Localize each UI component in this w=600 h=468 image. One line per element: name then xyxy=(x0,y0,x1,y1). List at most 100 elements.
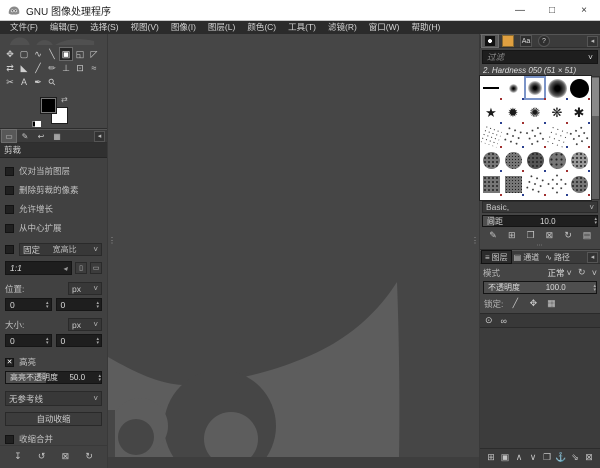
clear-icon[interactable]: ◂ xyxy=(63,264,67,273)
checkbox-delete-cropped-pixels[interactable]: 删除剪裁的像素 xyxy=(0,184,107,196)
brush-spacing-slider[interactable]: 间距 10.0 ▴ ▾ xyxy=(482,215,598,227)
menu-image[interactable]: 图像(I) xyxy=(165,21,202,34)
tab-document-history[interactable]: ? xyxy=(536,35,552,47)
brush-splatter[interactable]: ✺ xyxy=(524,100,546,124)
checkbox-fixed[interactable] xyxy=(5,245,14,254)
tab-fonts[interactable]: Aa xyxy=(518,35,534,47)
dock-resize-handle[interactable]: ⋮ xyxy=(108,237,116,245)
ink-tool-icon[interactable]: ✒ xyxy=(32,76,44,88)
menu-layer[interactable]: 图层(L) xyxy=(202,21,241,34)
default-colors-icon[interactable] xyxy=(32,118,41,129)
checkbox-highlight[interactable]: ✕ 高亮 xyxy=(0,356,107,368)
raise-layer-icon[interactable]: ∧ xyxy=(512,451,526,464)
mode-group-switch-icon[interactable]: ↻ xyxy=(574,266,590,279)
delete-tool-preset-icon[interactable]: ⊠ xyxy=(58,450,72,463)
close-button[interactable]: × xyxy=(568,0,600,20)
menu-help[interactable]: 帮助(H) xyxy=(405,21,446,34)
checkbox-expand-from-center[interactable]: 从中心扩展 xyxy=(0,222,107,234)
checkbox-shrink-merged[interactable]: 收缩合并 xyxy=(0,433,107,445)
brush-texture[interactable] xyxy=(523,172,547,196)
new-layer-icon[interactable]: ⊞ xyxy=(484,451,498,464)
landscape-orientation-icon[interactable]: ▭ xyxy=(90,262,102,274)
restore-tool-preset-icon[interactable]: ↺ xyxy=(35,450,49,463)
spinner-icon[interactable]: ▴ ▾ xyxy=(46,300,49,309)
duplicate-brush-icon[interactable]: ❐ xyxy=(524,229,538,242)
tab-images[interactable]: ▦ xyxy=(50,130,64,142)
checkbox-box[interactable] xyxy=(5,204,14,214)
checkbox-box[interactable] xyxy=(5,166,14,176)
tab-patterns[interactable] xyxy=(500,35,516,47)
reset-tool-options-icon[interactable]: ↻ xyxy=(82,450,96,463)
spinner-icon[interactable]: ▴ ▾ xyxy=(593,283,596,292)
spinner-icon[interactable]: ▴ ▾ xyxy=(46,336,49,345)
brush-texture[interactable] xyxy=(502,172,524,196)
tab-brushes[interactable] xyxy=(481,34,499,48)
brush-speckle[interactable] xyxy=(480,124,503,148)
handle-transform-tool-icon[interactable]: ◸ xyxy=(88,48,100,60)
menu-view[interactable]: 视图(V) xyxy=(125,21,165,34)
alignment-tool-icon[interactable]: ▢ xyxy=(18,48,30,60)
menu-colors[interactable]: 颜色(C) xyxy=(241,21,282,34)
lock-pixels-icon[interactable]: ╱ xyxy=(509,297,521,310)
position-unit-dropdown[interactable]: px ˅ xyxy=(68,282,102,295)
checkbox-box[interactable] xyxy=(5,434,14,444)
menu-windows[interactable]: 窗口(W) xyxy=(363,21,406,34)
spinner-icon[interactable]: ▴ ▾ xyxy=(96,300,99,309)
gradient-tool-icon[interactable]: ⊥ xyxy=(60,62,72,74)
left-dock-tab-menu-icon[interactable]: ◂ xyxy=(94,130,105,142)
spinner-icon[interactable]: ▴ ▾ xyxy=(98,373,101,382)
dock-resize-handle[interactable]: ⋮ xyxy=(471,237,479,245)
position-x-input[interactable]: 0 ▴ ▾ xyxy=(5,298,52,311)
flip-tool-icon[interactable]: ⇄ xyxy=(4,62,16,74)
free-select-tool-icon[interactable]: ∿ xyxy=(32,48,44,60)
bucket-fill-tool-icon[interactable]: ◣ xyxy=(18,62,30,74)
brush-texture[interactable] xyxy=(480,148,502,172)
brush-filter-input[interactable]: 过滤 ˅ xyxy=(482,50,598,64)
portrait-orientation-icon[interactable]: ▯ xyxy=(75,262,87,274)
aspect-ratio-input[interactable]: 1:1 ◂ xyxy=(5,261,72,275)
brush-soft-small[interactable] xyxy=(502,76,524,100)
brush-texture[interactable] xyxy=(546,148,568,172)
size-width-input[interactable]: 0 ▴ ▾ xyxy=(5,334,52,347)
brush-speckle[interactable] xyxy=(545,124,569,148)
layers-dock-tab-menu-icon[interactable]: ◂ xyxy=(587,251,598,263)
tab-undo-history[interactable]: ↩ xyxy=(34,130,48,142)
brush-texture[interactable] xyxy=(568,148,590,172)
fixed-aspect-dropdown[interactable]: 固定 宽高比 ˅ xyxy=(19,243,102,256)
brush-speckle[interactable] xyxy=(501,124,525,148)
merge-layer-icon[interactable]: ⇘ xyxy=(568,451,582,464)
edit-brush-icon[interactable]: ✎ xyxy=(486,229,500,242)
tab-layers[interactable]: ≡ 图层 xyxy=(481,250,512,264)
checkbox-current-layer-only[interactable]: 仅对当前图层 xyxy=(0,165,107,177)
brush-splatter[interactable]: ✱ xyxy=(568,100,590,124)
clone-tool-icon[interactable]: ⊡ xyxy=(74,62,86,74)
highlight-opacity-slider[interactable]: 高亮不透明度 50.0 ▴ ▾ xyxy=(5,371,102,384)
minimize-button[interactable]: — xyxy=(504,0,536,20)
brush-texture[interactable] xyxy=(544,171,570,197)
size-unit-dropdown[interactable]: px ˅ xyxy=(68,318,102,331)
tab-tool-options[interactable]: ▭ xyxy=(1,129,17,143)
new-layer-group-icon[interactable]: ▣ xyxy=(498,451,512,464)
checkbox-box[interactable] xyxy=(5,223,14,233)
anchor-layer-icon[interactable]: ⚓ xyxy=(554,451,568,464)
brush-speckle[interactable] xyxy=(566,123,591,149)
link-chain-icon[interactable]: ∞ xyxy=(501,316,507,326)
tab-device-status[interactable]: ✎ xyxy=(18,130,32,142)
brush-texture[interactable] xyxy=(568,172,590,196)
brush-speckle[interactable] xyxy=(523,124,547,148)
text-tool-icon[interactable]: A xyxy=(18,76,30,88)
brush-grid-scrollbar[interactable] xyxy=(591,76,600,200)
checkbox-box-checked[interactable]: ✕ xyxy=(5,357,14,367)
menu-select[interactable]: 选择(S) xyxy=(84,21,124,34)
brush-star[interactable]: ★ xyxy=(480,100,502,124)
brush-hard-circle[interactable] xyxy=(568,76,590,100)
move-tool-icon[interactable]: ✥ xyxy=(4,48,16,60)
brush-line[interactable] xyxy=(480,76,502,100)
open-brush-location-icon[interactable]: ▤ xyxy=(580,229,594,242)
spinner-icon[interactable]: ▴ ▾ xyxy=(594,217,597,226)
layer-list-empty[interactable] xyxy=(480,328,600,448)
checkbox-allow-growing[interactable]: 允许增长 xyxy=(0,203,107,215)
zoom-tool-icon[interactable]: ⚲ xyxy=(44,74,61,91)
smudge-tool-icon[interactable]: ≈ xyxy=(88,62,100,74)
layer-opacity-slider[interactable]: 不透明度 100.0 ▴ ▾ xyxy=(483,281,597,294)
